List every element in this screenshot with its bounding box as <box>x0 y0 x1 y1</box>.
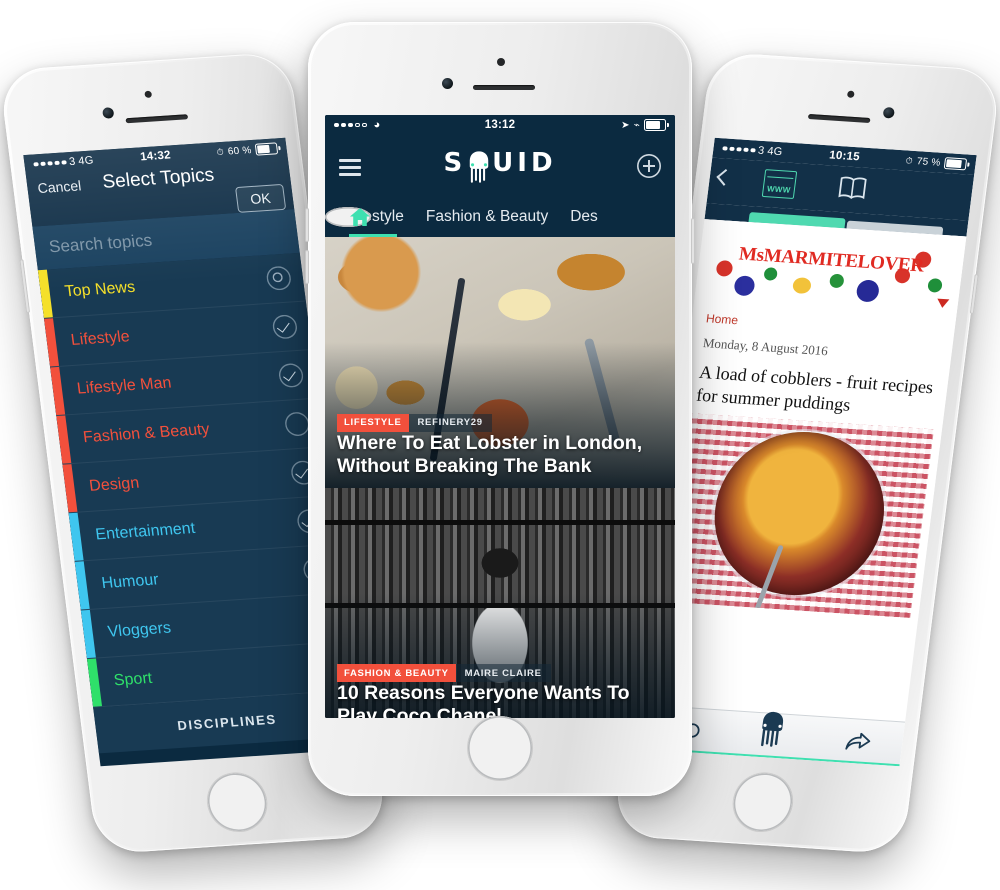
location-arrow-icon: ➤ <box>621 119 630 131</box>
alarm-icon: ⏱ <box>215 146 225 157</box>
home-button[interactable] <box>468 716 532 780</box>
card-headline: 10 Reasons Everyone Wants To Play Coco C… <box>337 682 630 718</box>
brand-text-right: UID <box>492 148 557 178</box>
battery-icon <box>943 157 968 171</box>
web-page-content: MsMARMITELOVER Home Monday, 8 August 201… <box>656 219 967 619</box>
topic-label: Lifestyle Man <box>76 374 173 398</box>
share-button[interactable] <box>814 729 904 755</box>
status-signal: 3 4G <box>24 155 94 171</box>
vegetable-graphic <box>828 273 845 289</box>
card-meta: LIFESTYLE REFINERY29 <box>337 413 492 432</box>
topic-label: Top News <box>63 278 137 301</box>
center-phone-device: ◕ 13:12 ➤ ⌁ S UID Lifestyle Fashion & Be… <box>305 22 695 796</box>
brand-text-left: S <box>443 148 467 178</box>
carrier-label: 3 <box>757 144 766 157</box>
bluetooth-icon: ⌁ <box>633 119 640 131</box>
topic-label: Fashion & Beauty <box>82 420 211 447</box>
source-badge: MAIRE CLAIRE <box>455 664 551 682</box>
dropdown-arrow-icon[interactable] <box>936 298 950 309</box>
network-label: 4G <box>77 154 95 168</box>
battery-percent-label: 75 % <box>916 155 942 169</box>
site-logo: MsMARMITELOVER <box>737 243 926 277</box>
volume-down-button[interactable] <box>305 250 309 284</box>
topic-label: Design <box>88 474 141 495</box>
squid-icon <box>466 150 492 186</box>
category-badge: FASHION & BEAUTY <box>337 664 456 682</box>
bookshelf-graphic <box>325 520 675 526</box>
book-icon[interactable] <box>836 174 869 202</box>
battery-icon <box>254 142 279 156</box>
vegetable-graphic <box>763 267 778 281</box>
topic-label: Lifestyle <box>69 328 131 349</box>
proximity-sensor <box>497 58 505 66</box>
topic-label: Humour <box>100 571 160 593</box>
squid-icon[interactable] <box>756 710 787 754</box>
signal-dots-icon <box>33 160 67 167</box>
network-label: 4G <box>766 145 784 159</box>
checkbox-checked-icon[interactable] <box>278 363 305 388</box>
category-tab-bar: Lifestyle Fashion & Beauty Des <box>325 197 675 237</box>
app-brand: S UID <box>325 148 675 186</box>
feed-card[interactable]: FASHION & BEAUTY MAIRE CLAIRE 10 Reasons… <box>325 487 675 718</box>
signal-dots-icon <box>334 122 367 128</box>
site-header: MsMARMITELOVER <box>693 219 967 322</box>
chevron-left-icon[interactable] <box>716 169 734 186</box>
search-placeholder: Search topics <box>47 230 154 257</box>
vegetable-graphic <box>927 278 943 293</box>
power-button[interactable] <box>691 218 695 264</box>
status-right: ⏱ 60 % <box>216 142 287 158</box>
center-status-bar-wrap: ◕ 13:12 ➤ ⌁ <box>325 115 675 135</box>
checkbox-checked-icon[interactable] <box>271 314 298 339</box>
earpiece-speaker <box>473 85 535 90</box>
app-nav-bar: S UID <box>325 135 675 197</box>
card-meta: FASHION & BEAUTY MAIRE CLAIRE <box>337 664 551 682</box>
ok-button[interactable]: OK <box>234 183 287 213</box>
battery-percent-label: 60 % <box>227 144 253 158</box>
battery-icon <box>644 119 669 131</box>
signal-dots-icon <box>722 146 756 153</box>
screenshot-canvas: 3 4G 14:32 ⏱ 60 % Cancel Select Topics O… <box>0 0 1000 890</box>
topic-label: Vloggers <box>106 619 172 641</box>
alarm-icon: ⏱ <box>905 154 914 166</box>
vegetable-graphic <box>855 279 881 303</box>
category-badge: LIFESTYLE <box>337 413 409 432</box>
status-right: ➤ ⌁ <box>621 119 675 131</box>
topic-label: Sport <box>112 669 154 690</box>
plus-circle-icon[interactable] <box>637 154 661 178</box>
home-icon <box>350 208 370 226</box>
share-icon <box>845 732 871 750</box>
search-icon[interactable] <box>265 266 292 291</box>
status-signal: 3 4G <box>713 142 783 158</box>
tab-home[interactable] <box>325 207 371 227</box>
status-right: ⏱ 75 % <box>905 155 976 171</box>
cobbler-dish <box>705 427 894 601</box>
feed-card[interactable]: LIFESTYLE REFINERY29 Where To Eat Lobste… <box>325 237 675 488</box>
volume-up-button[interactable] <box>305 208 309 242</box>
source-badge: REFINERY29 <box>408 413 492 432</box>
center-phone-screen: ◕ 13:12 ➤ ⌁ S UID Lifestyle Fashion & Be… <box>325 115 675 718</box>
brand-logo: S UID <box>443 148 556 186</box>
wifi-icon: ◕ <box>373 119 381 131</box>
www-icon[interactable]: WWW <box>761 169 798 200</box>
article-image <box>664 413 934 618</box>
card-headline: Where To Eat Lobster in London, Without … <box>337 431 643 477</box>
front-camera <box>442 78 453 89</box>
carrier-label: 3 <box>68 155 77 169</box>
tab-fashion-beauty[interactable]: Fashion & Beauty <box>404 208 548 226</box>
disciplines-label: DISCIPLINES <box>176 711 278 733</box>
vegetable-graphic <box>791 277 812 295</box>
status-signal: ◕ <box>325 119 380 131</box>
checkbox-empty-icon[interactable] <box>284 411 311 436</box>
vegetable-graphic <box>733 275 756 297</box>
topic-label: Entertainment <box>94 519 197 544</box>
tab-des[interactable]: Des <box>548 208 598 226</box>
